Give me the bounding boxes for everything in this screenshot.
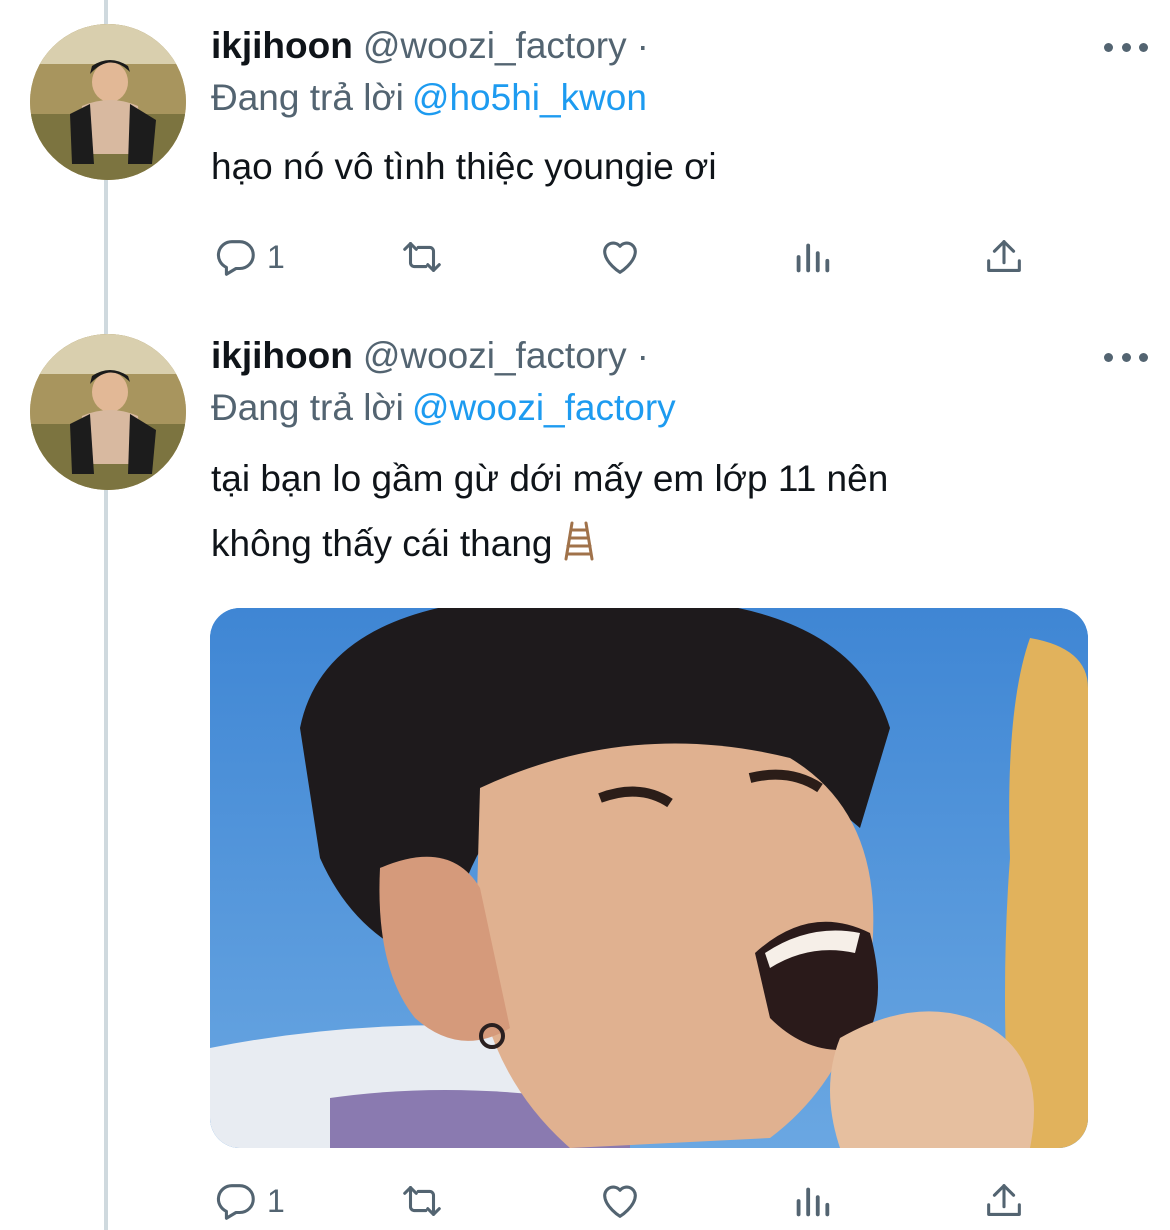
separator-dot: · xyxy=(636,335,649,376)
like-button[interactable] xyxy=(597,232,643,282)
tweet-text-line: hạo nó vô tình thiệc youngie ơi xyxy=(211,146,717,187)
retweet-button[interactable] xyxy=(399,1176,445,1226)
tweet-actions: 1 xyxy=(211,232,1091,282)
heart-icon xyxy=(603,1185,637,1218)
mention-link[interactable]: @woozi_factory xyxy=(412,387,676,428)
tweet[interactable]: ikjihoon @woozi_factory · Đang trả lời @woo… xyxy=(0,328,1170,1230)
analytics-icon xyxy=(796,1187,830,1217)
heart-icon xyxy=(603,241,637,274)
avatar[interactable] xyxy=(30,24,186,180)
ladder-emoji xyxy=(564,521,594,561)
more-options-button[interactable] xyxy=(1104,342,1148,372)
retweet-button[interactable] xyxy=(399,232,445,282)
analytics-button[interactable] xyxy=(789,1176,835,1226)
tweet-header: ikjihoon @woozi_factory · xyxy=(211,18,649,74)
separator-dot: · xyxy=(636,25,649,66)
more-options-button[interactable] xyxy=(1104,32,1148,62)
share-icon xyxy=(987,240,1021,272)
user-handle[interactable]: @woozi_factory xyxy=(363,335,627,376)
tweet-text: tại bạn lo gầm gừ dới mấy em lớp 11 nên … xyxy=(211,446,1111,576)
more-icon xyxy=(1104,352,1113,362)
tweet-actions: 1 xyxy=(211,1176,1091,1226)
mention-link[interactable]: @ho5hi_kwon xyxy=(412,77,647,118)
reply-button[interactable]: 1 xyxy=(213,232,285,282)
tweet-text-line: không thấy cái thang xyxy=(211,523,553,564)
replying-to: Đang trả lời @ho5hi_kwon xyxy=(211,72,647,124)
analytics-icon xyxy=(796,243,830,273)
reply-count: 1 xyxy=(267,238,285,275)
analytics-button[interactable] xyxy=(789,232,835,282)
replying-to: Đang trả lời @woozi_factory xyxy=(211,382,676,434)
reply-prefix: Đang trả lời xyxy=(211,77,404,118)
tweet-text-line: tại bạn lo gầm gừ dới mấy em lớp 11 nên xyxy=(211,458,889,499)
retweet-icon xyxy=(403,242,441,272)
reply-count: 1 xyxy=(267,1182,285,1219)
tweet-header: ikjihoon @woozi_factory · xyxy=(211,328,649,384)
share-icon xyxy=(987,1184,1021,1216)
more-icon xyxy=(1104,42,1113,52)
tweet-text: hạo nó vô tình thiệc youngie ơi xyxy=(211,134,717,199)
share-button[interactable] xyxy=(981,1176,1027,1226)
tweet-media-image[interactable] xyxy=(210,608,1088,1148)
reply-icon xyxy=(216,1184,255,1220)
tweet-text-line-2: không thấy cái thang xyxy=(211,511,1111,576)
display-name[interactable]: ikjihoon xyxy=(211,335,353,376)
like-button[interactable] xyxy=(597,1176,643,1226)
reply-prefix: Đang trả lời xyxy=(211,387,404,428)
display-name[interactable]: ikjihoon xyxy=(211,25,353,66)
tweet[interactable]: ikjihoon @woozi_factory · Đang trả lời @ho5… xyxy=(0,18,1170,310)
reply-icon xyxy=(216,240,255,276)
share-button[interactable] xyxy=(981,232,1027,282)
avatar[interactable] xyxy=(30,334,186,490)
user-handle[interactable]: @woozi_factory xyxy=(363,25,627,66)
reply-button[interactable]: 1 xyxy=(213,1176,285,1226)
retweet-icon xyxy=(403,1186,441,1216)
